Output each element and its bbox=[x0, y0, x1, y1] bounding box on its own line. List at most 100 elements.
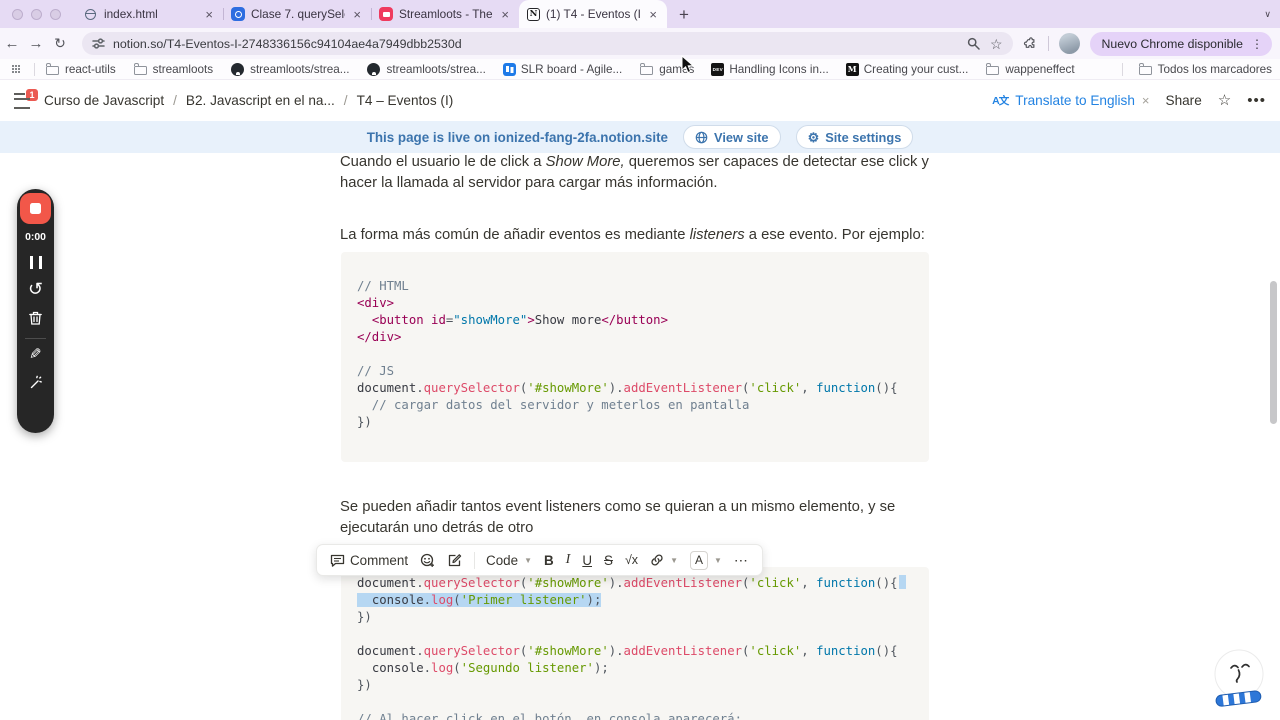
stop-recording-button[interactable] bbox=[20, 193, 51, 224]
tab-search-chevron-icon[interactable]: ∨ bbox=[1264, 9, 1271, 20]
snowman-scarf-icon bbox=[1214, 649, 1264, 707]
page-scrollbar[interactable] bbox=[1270, 281, 1277, 424]
underline-button[interactable]: U bbox=[576, 553, 598, 568]
italic-button[interactable]: I bbox=[560, 552, 577, 568]
folder-icon bbox=[985, 62, 1000, 77]
chrome-update-pill[interactable]: Nuevo Chrome disponible ⋮ bbox=[1089, 31, 1272, 56]
tab-close-icon[interactable]: × bbox=[647, 8, 659, 21]
restart-recording-icon[interactable]: ↺ bbox=[28, 280, 43, 298]
code-line: <button id="showMore">Show more</button> bbox=[357, 312, 913, 329]
tab-close-icon[interactable]: × bbox=[351, 8, 363, 21]
bookmark-item[interactable]: Handling Icons in... bbox=[711, 62, 829, 76]
link-button[interactable]: ▼ bbox=[644, 553, 684, 567]
comment-button[interactable]: Comment bbox=[324, 553, 414, 568]
translate-label: Translate to English bbox=[1015, 93, 1135, 108]
breadcrumb-item[interactable]: T4 – Eventos (I) bbox=[357, 93, 454, 108]
toolbar-more-icon[interactable]: ⋯ bbox=[728, 552, 755, 569]
text-color-button[interactable]: A ▼ bbox=[684, 550, 728, 570]
breadcrumb-item[interactable]: B2. Javascript en el na... bbox=[186, 93, 335, 108]
gear-icon: ⚙ bbox=[807, 129, 820, 145]
code-block[interactable]: document.querySelector('#showMore').addE… bbox=[341, 567, 929, 720]
pen-box-icon bbox=[448, 553, 462, 566]
recorder-divider bbox=[25, 338, 46, 339]
folder-icon bbox=[45, 62, 60, 77]
bookmark-item[interactable]: react-utils bbox=[45, 62, 116, 77]
bookmark-star-icon[interactable]: ☆ bbox=[990, 37, 1003, 51]
view-site-button[interactable]: View site bbox=[683, 125, 781, 149]
bookmark-label: react-utils bbox=[65, 62, 116, 76]
globe-icon bbox=[695, 131, 708, 143]
effects-wand-icon[interactable] bbox=[28, 375, 44, 391]
code-line: console.log('Primer listener'); bbox=[357, 592, 913, 609]
strikethrough-button[interactable]: S bbox=[598, 553, 619, 568]
tab-title: index.html bbox=[104, 7, 158, 21]
bookmark-item[interactable]: Creating your cust... bbox=[845, 62, 969, 76]
tab-close-icon[interactable]: × bbox=[203, 8, 215, 21]
window-maximize-icon[interactable] bbox=[50, 9, 61, 20]
banner-text: This page is live on ionized-fang-2fa.no… bbox=[366, 129, 669, 145]
code-line-text: document.querySelector('#showMore').addE… bbox=[357, 644, 898, 658]
translate-button[interactable]: A文 Translate to English × bbox=[992, 93, 1149, 108]
browser-tab[interactable]: Streamloots - The no.1 mone × bbox=[371, 0, 519, 28]
new-tab-button[interactable]: + bbox=[679, 6, 689, 23]
tab-close-icon[interactable]: × bbox=[499, 8, 511, 21]
window-minimize-icon[interactable] bbox=[31, 9, 42, 20]
tab-strip: index.html×Clase 7. querySelector×Stream… bbox=[0, 0, 1280, 28]
code-line-text: // cargar datos del servidor y meterlos … bbox=[357, 398, 750, 412]
bookmark-item[interactable]: streamloots bbox=[133, 62, 213, 77]
github-icon bbox=[230, 62, 245, 77]
bold-button[interactable]: B bbox=[538, 553, 560, 568]
back-button[interactable]: ← bbox=[0, 35, 24, 52]
favorite-star-icon[interactable]: ☆ bbox=[1218, 93, 1231, 108]
browser-tab[interactable]: index.html × bbox=[75, 0, 223, 28]
browser-menu-icon[interactable]: ⋮ bbox=[1251, 37, 1263, 51]
bookmark-item[interactable]: SLR board - Agile... bbox=[502, 62, 622, 76]
share-button[interactable]: Share bbox=[1166, 93, 1202, 108]
translate-close-icon[interactable]: × bbox=[1142, 93, 1150, 108]
bookmark-label: Creating your cust... bbox=[863, 62, 969, 76]
reload-button[interactable]: ↻ bbox=[48, 35, 72, 52]
apps-grid-icon[interactable] bbox=[12, 65, 20, 73]
folder-icon bbox=[639, 62, 654, 77]
code-line-text: // JS bbox=[357, 364, 395, 378]
window-close-icon[interactable] bbox=[12, 9, 23, 20]
bookmark-item[interactable]: streamloots/strea... bbox=[230, 62, 349, 77]
delete-recording-icon[interactable] bbox=[28, 310, 43, 326]
forward-button[interactable]: → bbox=[24, 35, 48, 52]
zoom-icon[interactable] bbox=[967, 37, 980, 50]
code-line-text: console.log('Segundo listener'); bbox=[371, 661, 609, 675]
bookmark-label: streamloots bbox=[152, 62, 214, 76]
equation-button[interactable]: √x bbox=[619, 553, 644, 567]
bookmark-label: streamloots/strea... bbox=[250, 62, 350, 76]
draw-button[interactable] bbox=[441, 553, 469, 568]
code-line-text: }) bbox=[357, 415, 372, 429]
emoji-button[interactable] bbox=[414, 553, 441, 568]
annotate-pen-icon[interactable]: ✎ bbox=[29, 346, 42, 363]
emoji-icon bbox=[420, 553, 435, 567]
chevron-down-icon: ▼ bbox=[524, 555, 532, 565]
tab-title: Clase 7. querySelector bbox=[251, 7, 345, 21]
bookmark-item[interactable]: streamloots/strea... bbox=[366, 62, 486, 77]
breadcrumb-item[interactable]: Curso de Javascript bbox=[44, 93, 164, 108]
code-line: }) bbox=[357, 609, 913, 626]
code-block[interactable]: // HTML <div> <button id="showMore">Show … bbox=[341, 252, 929, 462]
bookmark-item[interactable]: wappeneffect bbox=[985, 62, 1075, 77]
folder-icon bbox=[1138, 62, 1153, 77]
pause-button[interactable] bbox=[29, 256, 42, 269]
url-text[interactable]: notion.so/T4-Eventos-I-2748336156c94104a… bbox=[113, 37, 957, 51]
address-bar[interactable]: notion.so/T4-Eventos-I-2748336156c94104a… bbox=[82, 32, 1013, 55]
block-type-dropdown[interactable]: Code ▼ bbox=[480, 553, 538, 568]
extensions-icon[interactable] bbox=[1023, 36, 1038, 51]
sidebar-menu-icon[interactable]: 1 bbox=[14, 87, 39, 109]
browser-tab[interactable]: Clase 7. querySelector × bbox=[223, 0, 371, 28]
site-info-icon[interactable] bbox=[92, 37, 105, 50]
profile-avatar[interactable] bbox=[1058, 33, 1080, 54]
recording-timer: 0:00 bbox=[25, 232, 46, 243]
site-settings-button[interactable]: ⚙ Site settings bbox=[795, 125, 914, 149]
browser-tab[interactable]: (1) T4 - Eventos (I) × bbox=[519, 0, 667, 28]
bookmarks-divider bbox=[34, 62, 35, 76]
mascot-avatar[interactable] bbox=[1209, 647, 1271, 713]
page-more-icon[interactable]: ••• bbox=[1247, 93, 1266, 108]
all-bookmarks[interactable]: Todos los marcadores bbox=[1112, 62, 1272, 77]
